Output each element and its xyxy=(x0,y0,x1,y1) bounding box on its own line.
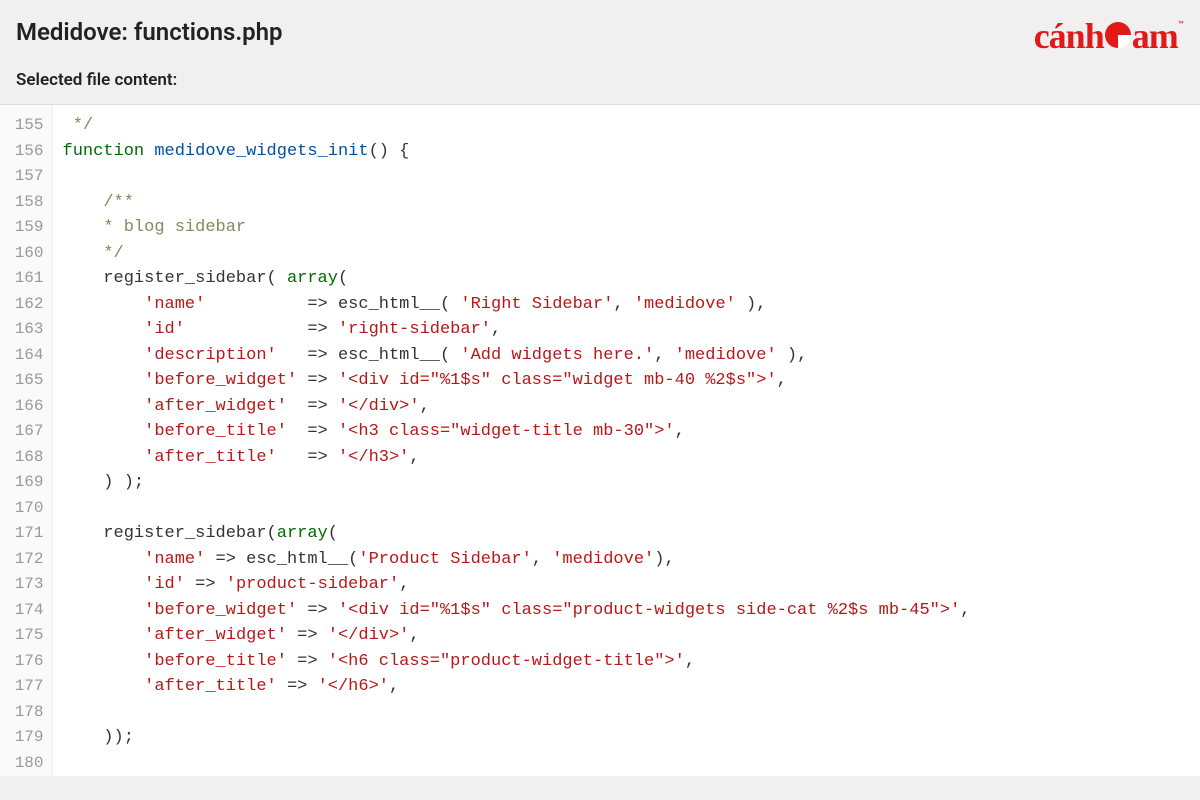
line-number: 164 xyxy=(0,343,52,369)
line-content[interactable]: register_sidebar( array( xyxy=(52,266,1200,292)
line-number: 177 xyxy=(0,674,52,700)
line-number: 176 xyxy=(0,649,52,675)
code-line: 170 xyxy=(0,496,1200,522)
line-number: 159 xyxy=(0,215,52,241)
brand-logo: cánh am ™ xyxy=(1034,18,1184,54)
code-line: 180 xyxy=(0,751,1200,777)
line-content[interactable] xyxy=(52,700,1200,726)
line-content[interactable]: function medidove_widgets_init() { xyxy=(52,139,1200,165)
line-number xyxy=(0,105,52,113)
code-line: 177 'after_title' => '</h6>', xyxy=(0,674,1200,700)
line-number: 165 xyxy=(0,368,52,394)
code-line: 168 'after_title' => '</h3>', xyxy=(0,445,1200,471)
logo-icon xyxy=(1105,22,1131,48)
line-content[interactable]: 'after_title' => '</h6>', xyxy=(52,674,1200,700)
line-content[interactable]: 'id' => 'right-sidebar', xyxy=(52,317,1200,343)
line-number: 169 xyxy=(0,470,52,496)
section-label: Selected file content: xyxy=(0,62,1200,104)
code-line: 158 /** xyxy=(0,190,1200,216)
line-content[interactable]: */ xyxy=(52,113,1200,139)
line-number: 160 xyxy=(0,241,52,267)
line-number: 178 xyxy=(0,700,52,726)
line-content[interactable]: */ xyxy=(52,241,1200,267)
line-content[interactable] xyxy=(52,496,1200,522)
code-line: 162 'name' => esc_html__( 'Right Sidebar… xyxy=(0,292,1200,318)
line-content[interactable] xyxy=(52,105,1200,113)
code-line: 155 */ xyxy=(0,113,1200,139)
line-content[interactable]: 'before_widget' => '<div id="%1$s" class… xyxy=(52,368,1200,394)
code-line: 164 'description' => esc_html__( 'Add wi… xyxy=(0,343,1200,369)
code-line: 178 xyxy=(0,700,1200,726)
line-content[interactable]: )); xyxy=(52,725,1200,751)
code-line: 179 )); xyxy=(0,725,1200,751)
line-number: 166 xyxy=(0,394,52,420)
line-number: 163 xyxy=(0,317,52,343)
line-content[interactable]: 'after_widget' => '</div>', xyxy=(52,623,1200,649)
line-content[interactable]: 'name' => esc_html__( 'Right Sidebar', '… xyxy=(52,292,1200,318)
line-number: 170 xyxy=(0,496,52,522)
code-line: 166 'after_widget' => '</div>', xyxy=(0,394,1200,420)
code-line: 156function medidove_widgets_init() { xyxy=(0,139,1200,165)
line-content[interactable]: ) ); xyxy=(52,470,1200,496)
line-content[interactable]: 'before_title' => '<h6 class="product-wi… xyxy=(52,649,1200,675)
code-table: 155 */156function medidove_widgets_init(… xyxy=(0,105,1200,776)
page-title: Medidove: functions.php xyxy=(16,18,283,46)
code-line: 175 'after_widget' => '</div>', xyxy=(0,623,1200,649)
code-line: 174 'before_widget' => '<div id="%1$s" c… xyxy=(0,598,1200,624)
code-line: 161 register_sidebar( array( xyxy=(0,266,1200,292)
line-content[interactable]: 'after_title' => '</h3>', xyxy=(52,445,1200,471)
line-number: 156 xyxy=(0,139,52,165)
line-content[interactable]: /** xyxy=(52,190,1200,216)
code-line: 169 ) ); xyxy=(0,470,1200,496)
code-line: 176 'before_title' => '<h6 class="produc… xyxy=(0,649,1200,675)
code-line: 167 'before_title' => '<h3 class="widget… xyxy=(0,419,1200,445)
line-number: 158 xyxy=(0,190,52,216)
logo-text-left: cánh xyxy=(1034,18,1104,54)
line-number: 157 xyxy=(0,164,52,190)
line-number: 171 xyxy=(0,521,52,547)
line-number: 180 xyxy=(0,751,52,777)
line-number: 167 xyxy=(0,419,52,445)
code-viewer[interactable]: 155 */156function medidove_widgets_init(… xyxy=(0,104,1200,776)
code-line: 171 register_sidebar(array( xyxy=(0,521,1200,547)
line-content[interactable]: 'before_widget' => '<div id="%1$s" class… xyxy=(52,598,1200,624)
line-number: 173 xyxy=(0,572,52,598)
line-number: 179 xyxy=(0,725,52,751)
line-content[interactable]: * blog sidebar xyxy=(52,215,1200,241)
code-line xyxy=(0,105,1200,113)
line-content[interactable]: 'description' => esc_html__( 'Add widget… xyxy=(52,343,1200,369)
logo-trademark: ™ xyxy=(1178,20,1184,31)
logo-text-right: am xyxy=(1132,18,1178,54)
code-line: 163 'id' => 'right-sidebar', xyxy=(0,317,1200,343)
line-content[interactable]: 'name' => esc_html__('Product Sidebar', … xyxy=(52,547,1200,573)
code-line: 173 'id' => 'product-sidebar', xyxy=(0,572,1200,598)
code-line: 159 * blog sidebar xyxy=(0,215,1200,241)
line-number: 162 xyxy=(0,292,52,318)
line-number: 172 xyxy=(0,547,52,573)
code-line: 160 */ xyxy=(0,241,1200,267)
line-content[interactable]: 'before_title' => '<h3 class="widget-tit… xyxy=(52,419,1200,445)
line-content[interactable]: 'after_widget' => '</div>', xyxy=(52,394,1200,420)
line-number: 161 xyxy=(0,266,52,292)
line-content[interactable] xyxy=(52,751,1200,777)
line-number: 174 xyxy=(0,598,52,624)
header: Medidove: functions.php cánh am ™ xyxy=(0,0,1200,62)
code-line: 165 'before_widget' => '<div id="%1$s" c… xyxy=(0,368,1200,394)
line-number: 168 xyxy=(0,445,52,471)
line-content[interactable] xyxy=(52,164,1200,190)
line-content[interactable]: 'id' => 'product-sidebar', xyxy=(52,572,1200,598)
line-number: 175 xyxy=(0,623,52,649)
line-number: 155 xyxy=(0,113,52,139)
line-content[interactable]: register_sidebar(array( xyxy=(52,521,1200,547)
code-line: 172 'name' => esc_html__('Product Sideba… xyxy=(0,547,1200,573)
code-line: 157 xyxy=(0,164,1200,190)
